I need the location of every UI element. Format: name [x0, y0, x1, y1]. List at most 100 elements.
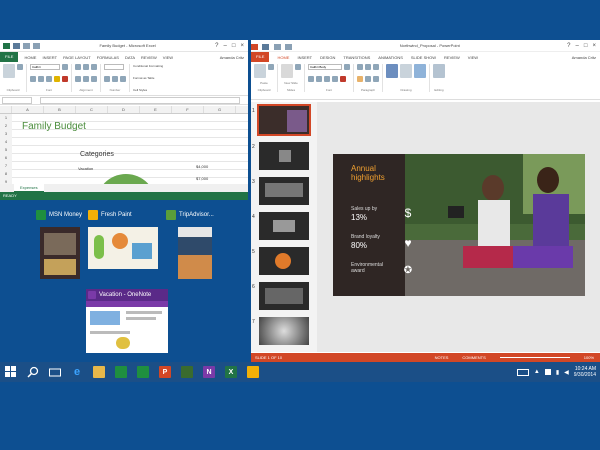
align-left-icon[interactable]: [357, 76, 363, 82]
amount-cell[interactable]: $4,000: [196, 164, 208, 169]
help-icon[interactable]: ?: [567, 40, 570, 52]
conditional-formatting-button[interactable]: Conditional Formatting: [133, 64, 163, 68]
snap-app-onenote[interactable]: Vacation - OneNote: [86, 289, 168, 301]
msn-money-thumbnail[interactable]: [40, 227, 80, 279]
tab-home[interactable]: HOME: [24, 55, 36, 60]
redo-icon[interactable]: [285, 43, 293, 50]
excel-window[interactable]: Family Budget - Microsoft Excel ? – □ × …: [0, 40, 248, 200]
bold-icon[interactable]: [30, 76, 36, 82]
row-number[interactable]: 3: [0, 130, 12, 138]
align-right-icon[interactable]: [373, 76, 379, 82]
fill-color-icon[interactable]: [54, 76, 60, 82]
comma-icon[interactable]: [120, 76, 126, 82]
notes-button[interactable]: NOTES: [435, 353, 449, 362]
underline-icon[interactable]: [324, 76, 330, 82]
cut-icon[interactable]: [268, 64, 274, 70]
number-format-box[interactable]: [104, 64, 124, 70]
show-hidden-icons-icon[interactable]: ▲: [534, 369, 540, 375]
italic-icon[interactable]: [38, 76, 44, 82]
tab-view[interactable]: VIEW: [163, 55, 173, 60]
slide-thumbnail-pane[interactable]: 1 2 3 4 5 6 7: [251, 102, 317, 352]
percent-icon[interactable]: [112, 76, 118, 82]
slide-thumbnail[interactable]: [259, 142, 309, 170]
row-number[interactable]: 5: [0, 146, 12, 154]
task-view-button[interactable]: [44, 362, 66, 382]
signin-name[interactable]: Amanda Critz: [220, 55, 248, 60]
row-number[interactable]: 1: [0, 114, 12, 122]
tab-review[interactable]: REVIEW: [444, 55, 460, 60]
name-box[interactable]: [2, 96, 32, 104]
slide-thumbnail[interactable]: [259, 177, 309, 205]
taskbar-app-excel[interactable]: X: [220, 362, 242, 382]
stat-value[interactable]: 13%: [351, 213, 367, 222]
align-center-icon[interactable]: [83, 76, 89, 82]
fresh-paint-thumbnail[interactable]: [88, 227, 158, 269]
strikethrough-icon[interactable]: [332, 76, 338, 82]
ppt-titlebar[interactable]: Northwind_Proposal - PowerPoint ? – □ ×: [251, 40, 600, 52]
align-top-icon[interactable]: [75, 64, 81, 70]
save-icon[interactable]: [262, 43, 270, 50]
stat-label[interactable]: Brand loyalty: [351, 234, 380, 240]
column-header[interactable]: G: [204, 106, 236, 113]
comments-button[interactable]: COMMENTS: [462, 353, 485, 362]
tripadvisor-thumbnail[interactable]: [178, 227, 212, 279]
select-all-corner[interactable]: [0, 106, 12, 113]
slide-thumbnail[interactable]: [257, 104, 311, 136]
font-color-icon[interactable]: [62, 76, 68, 82]
powerpoint-window[interactable]: Northwind_Proposal - PowerPoint ? – □ × …: [251, 40, 600, 362]
cell-styles-button[interactable]: Cell Styles: [133, 88, 163, 92]
keyboard-icon[interactable]: [516, 368, 529, 376]
onenote-thumbnail[interactable]: [86, 301, 168, 353]
column-header[interactable]: C: [76, 106, 108, 113]
font-color-icon[interactable]: [340, 76, 346, 82]
format-as-table-button[interactable]: Format as Table: [133, 76, 163, 80]
minimize-icon[interactable]: –: [576, 40, 579, 52]
row-number[interactable]: 2: [0, 122, 12, 130]
tab-insert[interactable]: INSERT: [297, 55, 312, 60]
undo-icon[interactable]: [273, 43, 281, 50]
taskbar-app-onenote[interactable]: N: [198, 362, 220, 382]
tab-review[interactable]: REVIEW: [141, 55, 157, 60]
stat-label[interactable]: Environmental award: [351, 262, 397, 274]
zoom-level[interactable]: 100%: [584, 353, 600, 362]
bold-icon[interactable]: [308, 76, 314, 82]
taskbar-app-store[interactable]: [110, 362, 132, 382]
tab-design[interactable]: DESIGN: [320, 55, 335, 60]
start-button[interactable]: [0, 362, 22, 382]
zoom-slider[interactable]: [499, 357, 570, 358]
snap-app-fresh-paint[interactable]: Fresh Paint: [88, 210, 132, 220]
taskbar-app-tripadvisor[interactable]: [176, 362, 198, 382]
taskbar-app-internet-explorer[interactable]: e: [66, 362, 88, 382]
new-slide-button[interactable]: [281, 64, 293, 78]
redo-icon[interactable]: [33, 42, 40, 49]
slide-thumbnail[interactable]: [259, 247, 309, 275]
clock[interactable]: 10:24 AM 9/30/2014: [574, 366, 596, 378]
help-icon[interactable]: ?: [215, 40, 218, 52]
slide-thumbnail[interactable]: [259, 282, 309, 310]
formula-input[interactable]: [40, 96, 240, 104]
slide-thumbnail[interactable]: [259, 317, 309, 345]
align-left-icon[interactable]: [75, 76, 81, 82]
font-size-box[interactable]: [62, 64, 68, 70]
row-number[interactable]: 4: [0, 138, 12, 146]
currency-icon[interactable]: [104, 76, 110, 82]
column-header[interactable]: B: [44, 106, 76, 113]
column-header[interactable]: A: [12, 106, 44, 113]
indent-icon[interactable]: [373, 64, 379, 70]
align-center-icon[interactable]: [365, 76, 371, 82]
network-icon[interactable]: ▮: [556, 369, 559, 376]
tab-formulas[interactable]: FORMULAS: [97, 55, 119, 60]
taskbar-app-file-explorer[interactable]: [88, 362, 110, 382]
undo-icon[interactable]: [23, 42, 30, 49]
align-middle-icon[interactable]: [83, 64, 89, 70]
search-button[interactable]: [22, 362, 44, 382]
slide-title[interactable]: Annual highlights: [351, 164, 401, 182]
amount-cell[interactable]: $7,000: [196, 176, 208, 181]
merge-icon[interactable]: [91, 76, 97, 82]
current-slide[interactable]: Annual highlights Sales up by 13% $ Bran…: [333, 154, 585, 296]
tab-transitions[interactable]: TRANSITIONS: [343, 55, 370, 60]
wrap-text-icon[interactable]: [91, 64, 97, 70]
maximize-icon[interactable]: □: [584, 40, 588, 52]
taskbar-app-finance[interactable]: [132, 362, 154, 382]
row-number[interactable]: 6: [0, 154, 12, 162]
